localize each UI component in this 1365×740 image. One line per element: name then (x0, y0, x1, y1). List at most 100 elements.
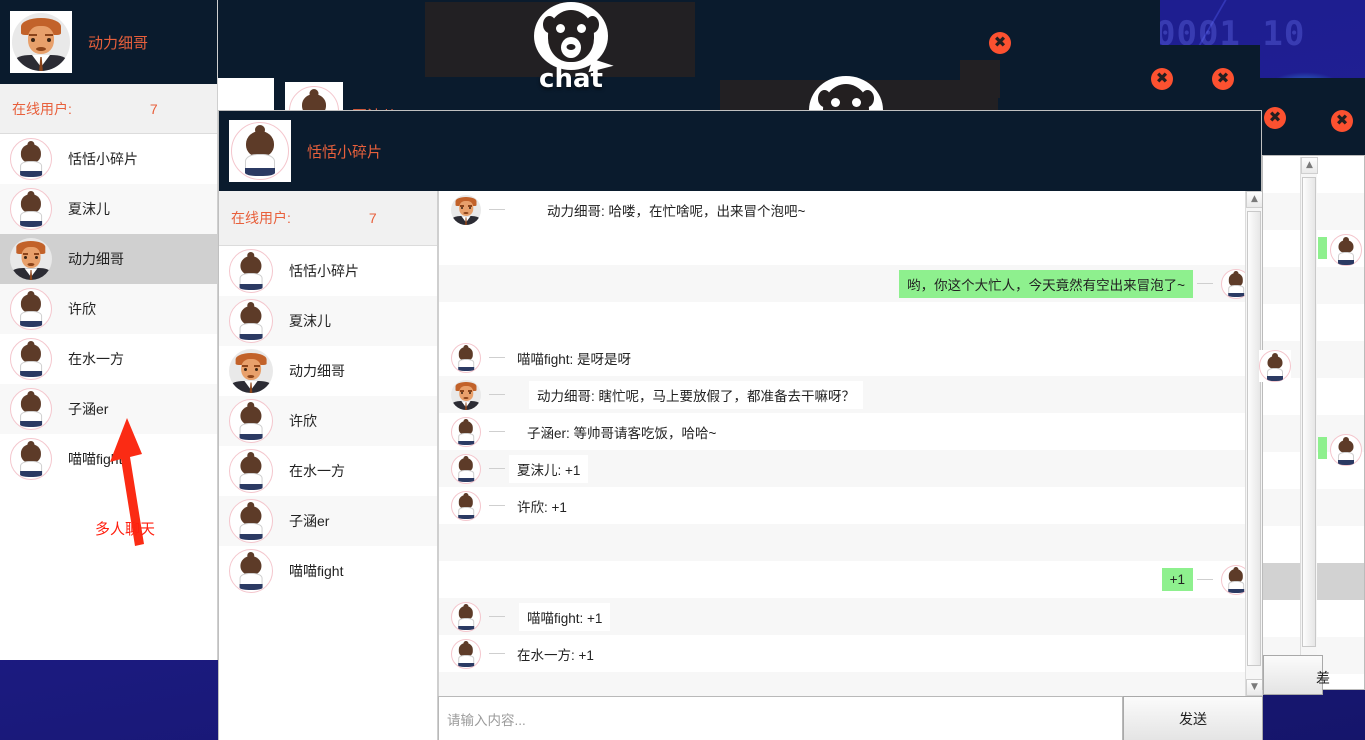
user-list-item[interactable]: 夏沫儿 (219, 296, 437, 346)
user-list-item-label: 夏沫儿 (68, 201, 110, 217)
message-row-incoming[interactable]: 喵喵fight: +1 (439, 598, 1263, 635)
avatar-girl (231, 122, 289, 180)
scrollbar-thumb[interactable] (1302, 177, 1316, 647)
avatar-girl (229, 449, 273, 493)
message-row-incoming[interactable]: 动力细哥: 哈喽，在忙啥呢，出来冒个泡吧~ (439, 191, 1263, 228)
scroll-up-arrow[interactable]: ▲ (1246, 191, 1263, 208)
message-input-row[interactable]: 请输入内容... 发送 (438, 696, 1263, 740)
scroll-down-arrow[interactable]: ▼ (1246, 679, 1263, 696)
right-window-button-label: 差 (1316, 670, 1330, 686)
avatar (447, 342, 485, 373)
scrollbar-thumb[interactable] (1247, 211, 1261, 666)
message-bubble-incoming: 喵喵fight: +1 (519, 602, 611, 631)
avatar-girl (451, 490, 481, 521)
avatar-man (10, 238, 52, 280)
avatar-girl (10, 338, 52, 380)
avatar-girl (451, 601, 481, 632)
right-window-avatar-2 (1259, 350, 1291, 382)
message-bubble-outgoing: +1 (1161, 568, 1193, 591)
avatar-girl (10, 188, 52, 230)
chat-window-main[interactable]: 恬恬小碎片 在线用户: 7 恬恬小碎片 夏沫儿 动力细哥 许欣 在水一方 子涵er 喵喵fi… (218, 110, 1263, 740)
message-list[interactable]: 动力细哥: 哈喽，在忙啥呢，出来冒个泡吧~ 哟，你这个大忙人，今天竟然有空出来冒泡… (438, 191, 1263, 696)
message-row-spacer (439, 524, 1263, 561)
right-window-avatar-3 (1330, 434, 1362, 466)
close-icon[interactable]: ✖ (1151, 68, 1173, 90)
message-bubble-incoming: 动力细哥: 哈喽，在忙啥呢，出来冒个泡吧~ (539, 195, 814, 224)
message-row-incoming[interactable]: 夏沫儿: +1 (439, 450, 1263, 487)
user-list-item[interactable]: 恬恬小碎片 (219, 246, 437, 296)
user-list-item[interactable]: 动力细哥 (219, 346, 437, 396)
user-list-item[interactable]: 喵喵fight (0, 434, 217, 484)
message-row-incoming[interactable]: 子涵er: 等帅哥请客吃饭，哈哈~ (439, 413, 1263, 450)
avatar (225, 499, 277, 543)
user-list-item-label: 许欣 (289, 413, 317, 429)
avatar (447, 194, 485, 225)
message-row-outgoing[interactable]: +1 (439, 561, 1263, 598)
window-left-header: 动力细哥 (0, 0, 217, 84)
user-list-item[interactable]: 许欣 (219, 396, 437, 446)
avatar (6, 188, 56, 230)
user-list-left[interactable]: 恬恬小碎片夏沫儿动力细哥 许欣 在水一方子涵er 喵喵fight (0, 134, 217, 484)
message-row-outgoing[interactable]: 哟，你这个大忙人，今天竟然有空出来冒泡了~ (439, 265, 1263, 302)
message-bubble-incoming: 许欣: +1 (509, 491, 575, 520)
avatar-man (229, 349, 273, 393)
logo-pane-d (960, 60, 1000, 98)
message-connector (489, 357, 505, 358)
user-list-item[interactable]: 夏沫儿 (0, 184, 217, 234)
message-row-incoming[interactable]: 许欣: +1 (439, 487, 1263, 524)
avatar-girl (229, 249, 273, 293)
avatar (447, 453, 485, 484)
header-avatar (10, 11, 72, 73)
user-list-item[interactable]: 许欣 (0, 284, 217, 334)
user-list-item[interactable]: 子涵er (0, 384, 217, 434)
message-row-incoming[interactable]: 动力细哥: 瞎忙呢，马上要放假了，都准备去干嘛呀？ (439, 376, 1263, 413)
close-icon[interactable]: ✖ (1212, 68, 1234, 90)
right-window-scrollbar[interactable]: ▲ ▼ (1300, 157, 1318, 687)
user-list-item[interactable]: 子涵er (219, 496, 437, 546)
avatar (6, 438, 56, 480)
chat-window-left[interactable]: 动力细哥 在线用户: 7 恬恬小碎片 夏沫儿 动力细哥 许欣 在水一方 子涵er 喵喵fig… (0, 0, 218, 660)
avatar (447, 379, 485, 410)
message-connector (489, 209, 505, 210)
avatar (6, 288, 56, 330)
right-window-bubble-1 (1318, 237, 1327, 259)
message-row-incoming[interactable]: 喵喵fight: 是呀是呀 (439, 339, 1263, 376)
background-window-partial[interactable] (218, 78, 274, 110)
close-icon[interactable]: ✖ (989, 32, 1011, 54)
user-list-item-label: 子涵er (68, 401, 109, 417)
avatar-girl (451, 416, 481, 447)
scroll-up-arrow[interactable]: ▲ (1301, 157, 1318, 174)
message-bubble-outgoing: 哟，你这个大忙人，今天竟然有空出来冒泡了~ (899, 269, 1193, 298)
message-input[interactable]: 请输入内容... (438, 696, 1123, 740)
window-left-title: 动力细哥 (88, 34, 149, 52)
message-bubble-incoming: 在水一方: +1 (509, 639, 602, 668)
message-connector (489, 653, 505, 654)
user-list-item[interactable]: 喵喵fight (219, 546, 437, 596)
window-main-sidebar[interactable]: 在线用户: 7 恬恬小碎片 夏沫儿 动力细哥 许欣 在水一方 子涵er 喵喵fight (219, 191, 438, 740)
send-button[interactable]: 发送 (1123, 696, 1263, 740)
user-list-item[interactable]: 在水一方 (219, 446, 437, 496)
avatar (447, 490, 485, 521)
message-connector (489, 468, 505, 469)
avatar-girl (229, 549, 273, 593)
message-connector (489, 394, 505, 395)
message-connector (1197, 283, 1213, 284)
user-list-item[interactable]: 恬恬小碎片 (0, 134, 217, 184)
user-list-item[interactable]: 在水一方 (0, 334, 217, 384)
right-window-send-button[interactable] (1263, 655, 1323, 695)
user-list-item-label: 喵喵fight (68, 451, 123, 467)
message-scrollbar[interactable]: ▲ ▼ (1245, 191, 1263, 696)
avatar (225, 399, 277, 443)
message-row-spacer (439, 228, 1263, 265)
close-icon[interactable]: ✖ (1331, 110, 1353, 132)
message-row-incoming[interactable]: 在水一方: +1 (439, 635, 1263, 672)
close-icon[interactable]: ✖ (1264, 107, 1286, 129)
user-list-item[interactable]: 动力细哥 (0, 234, 217, 284)
user-list-main[interactable]: 恬恬小碎片 夏沫儿 动力细哥许欣在水一方 子涵er 喵喵fight (219, 246, 437, 596)
window-main-header: 恬恬小碎片 (219, 111, 1261, 191)
window-main-title: 恬恬小碎片 (307, 143, 383, 161)
avatar-girl (451, 342, 481, 373)
avatar (6, 138, 56, 180)
avatar-girl (10, 138, 52, 180)
avatar-man (12, 13, 70, 71)
